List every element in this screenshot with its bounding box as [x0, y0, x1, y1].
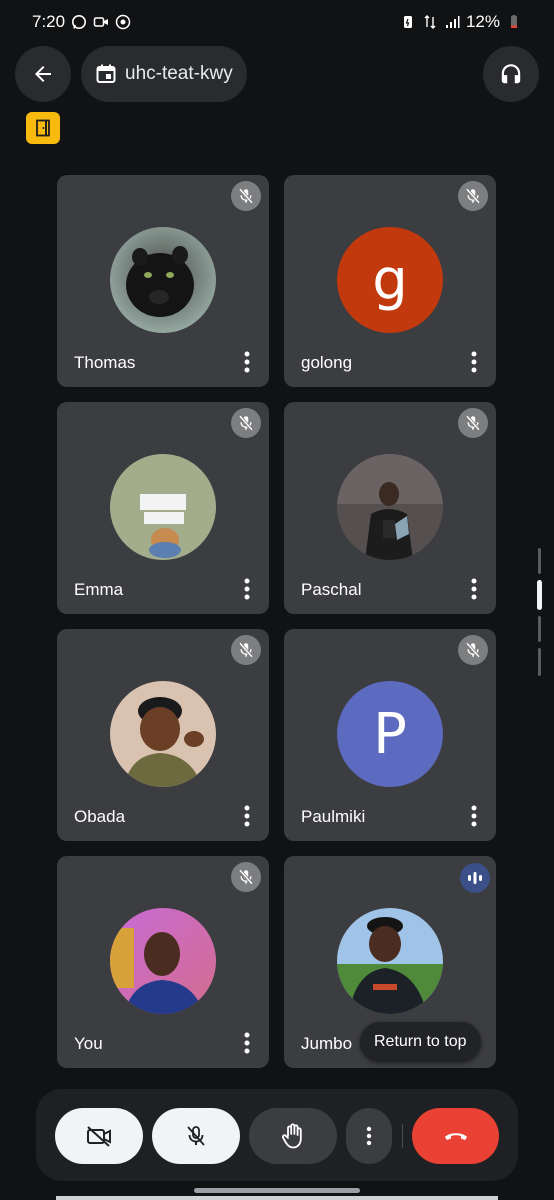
participant-name: You	[74, 1034, 103, 1053]
audio-output-button[interactable]	[483, 46, 539, 102]
raise-hand-button[interactable]	[249, 1108, 337, 1164]
mic-off-icon	[238, 642, 254, 658]
more-vert-icon	[244, 805, 250, 827]
mic-off-badge	[231, 635, 261, 665]
scroll-thumb[interactable]	[537, 580, 542, 610]
more-vert-icon	[471, 578, 477, 600]
avatar-letter: g	[372, 247, 408, 313]
scroll-segment	[538, 648, 541, 676]
mic-off-icon	[465, 415, 481, 431]
participant-more-button[interactable]	[466, 803, 482, 829]
participant-avatar-photo	[110, 227, 216, 333]
mic-off-icon	[238, 188, 254, 204]
chrome-icon	[115, 14, 131, 30]
mic-off-badge	[458, 408, 488, 438]
speaking-indicator	[460, 863, 490, 893]
mic-off-icon	[238, 869, 254, 885]
participant-avatar-letter: P	[337, 681, 443, 787]
participant-tile[interactable]: Thomas	[57, 175, 269, 387]
meeting-top-bar: uhc-teat-kwy	[15, 46, 539, 102]
participant-avatar-photo	[110, 681, 216, 787]
host-controls-badge[interactable]	[26, 112, 60, 144]
data-arrows-icon	[422, 14, 438, 30]
participant-more-button[interactable]	[466, 576, 482, 602]
more-vert-icon	[471, 805, 477, 827]
participant-more-button[interactable]	[239, 576, 255, 602]
status-time: 7:20	[32, 12, 66, 31]
participant-name: Emma	[74, 580, 124, 599]
end-call-button[interactable]	[412, 1108, 499, 1164]
camera-toggle-button[interactable]	[55, 1108, 143, 1164]
mic-off-icon	[187, 1126, 205, 1146]
mic-off-icon	[238, 415, 254, 431]
more-vert-icon	[244, 1032, 250, 1054]
participant-more-button[interactable]	[239, 349, 255, 375]
participant-name: Paulmiki	[301, 807, 366, 826]
meeting-info-chip[interactable]: uhc-teat-kwy	[81, 46, 247, 102]
nav-edge	[56, 1196, 498, 1200]
whatsapp-icon	[71, 14, 87, 30]
mic-off-icon	[465, 188, 481, 204]
participant-tile-self[interactable]: You	[57, 856, 269, 1068]
participant-avatar-photo	[110, 454, 216, 560]
participant-avatar-photo	[337, 454, 443, 560]
controls-divider	[402, 1124, 403, 1148]
avatar-letter: P	[373, 701, 407, 767]
participant-name: Jumbo	[301, 1034, 353, 1053]
more-vert-icon	[244, 351, 250, 373]
scroll-indicator[interactable]	[537, 548, 542, 676]
mic-off-badge	[458, 181, 488, 211]
signal-icon	[444, 14, 460, 30]
participant-name: golong	[301, 353, 353, 372]
mic-off-badge	[231, 862, 261, 892]
participant-name: Thomas	[74, 353, 136, 372]
arrow-back-icon	[35, 66, 51, 82]
participant-avatar-letter: g	[337, 227, 443, 333]
video-status-icon	[93, 14, 109, 30]
participant-avatar-photo	[337, 908, 443, 1014]
battery-saver-icon	[400, 14, 416, 30]
participant-tile[interactable]: Emma	[57, 402, 269, 614]
mic-off-icon	[465, 642, 481, 658]
calendar-icon	[95, 63, 117, 85]
door-icon	[36, 119, 50, 137]
meeting-code: uhc-teat-kwy	[125, 63, 233, 84]
participant-tile[interactable]: P Paulmiki	[284, 629, 496, 841]
back-button[interactable]	[15, 46, 71, 102]
camera-off-icon	[87, 1126, 111, 1147]
battery-percent: 12%	[465, 12, 500, 31]
participant-tile[interactable]: Paschal	[284, 402, 496, 614]
participant-name: Obada	[74, 807, 126, 826]
home-indicator[interactable]	[194, 1188, 360, 1193]
mic-toggle-button[interactable]	[152, 1108, 240, 1164]
participant-tile[interactable]: Obada	[57, 629, 269, 841]
call-controls-bar	[36, 1089, 518, 1181]
participant-name: Paschal	[301, 580, 362, 599]
participant-more-button[interactable]	[239, 1030, 255, 1056]
participant-more-button[interactable]	[466, 349, 482, 375]
more-vert-icon	[244, 578, 250, 600]
hand-icon	[282, 1123, 302, 1149]
scroll-segment	[538, 548, 541, 574]
participant-more-button[interactable]	[239, 803, 255, 829]
participant-grid: Thomas g golong Emma Paschal Obada P Pau…	[57, 175, 497, 1068]
participant-avatar-photo	[110, 908, 216, 1014]
more-options-button[interactable]	[346, 1108, 392, 1164]
headphones-icon	[501, 64, 521, 84]
end-call-icon	[444, 1133, 467, 1140]
status-right: 12%	[400, 12, 522, 32]
more-vert-icon	[366, 1126, 372, 1146]
mic-off-badge	[231, 181, 261, 211]
battery-icon	[506, 14, 522, 30]
participant-tile[interactable]: g golong	[284, 175, 496, 387]
more-vert-icon	[471, 351, 477, 373]
mic-off-badge	[458, 635, 488, 665]
mic-off-badge	[231, 408, 261, 438]
return-to-top-button[interactable]: Return to top	[360, 1022, 481, 1062]
status-bar: 7:20 12%	[0, 0, 554, 44]
audio-level-icon	[468, 872, 482, 884]
scroll-segment	[538, 616, 541, 642]
status-left: 7:20	[32, 12, 131, 32]
